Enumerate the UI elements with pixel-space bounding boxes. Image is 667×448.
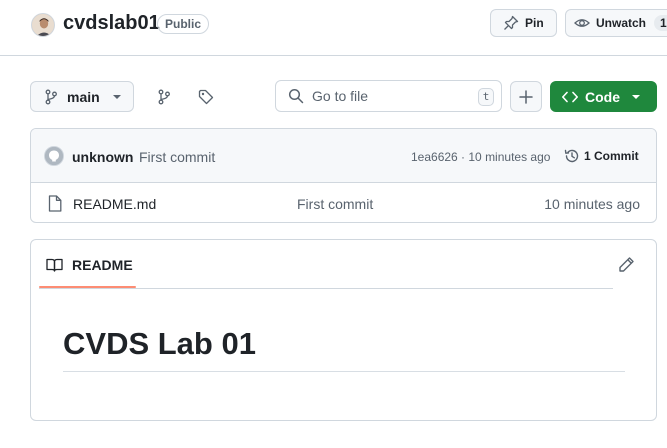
go-to-file-search[interactable]: t [275, 80, 502, 112]
branch-icon [45, 89, 57, 104]
repo-header: cvdslab01 Public Pin Unwatch 1 [0, 0, 667, 56]
branch-name: main [67, 88, 100, 105]
tags-button[interactable] [190, 81, 222, 112]
latest-commit-row: unknown First commit 1ea6626 · 10 minute… [31, 129, 656, 183]
file-commit-message[interactable]: First commit [297, 196, 373, 212]
commit-history-link[interactable]: 1 Commit [564, 148, 639, 164]
tab-divider [39, 288, 613, 289]
unwatch-label: Unwatch [596, 16, 647, 30]
eye-icon [574, 19, 590, 27]
git-branch-icon [158, 89, 170, 104]
branches-button[interactable] [148, 81, 180, 112]
file-icon [48, 195, 62, 212]
visibility-badge: Public [157, 14, 210, 34]
chevron-down-icon [632, 94, 640, 99]
repo-name[interactable]: cvdslab01 [63, 12, 160, 35]
commit-count-label: 1 Commit [584, 149, 639, 163]
commit-hash-time[interactable]: 1ea6626 · 10 minutes ago [411, 150, 550, 164]
search-icon [288, 88, 304, 104]
readme-panel: README CVDS Lab 01 [30, 239, 657, 421]
commit-author[interactable]: unknown [72, 149, 133, 165]
file-commit-time: 10 minutes ago [544, 196, 640, 212]
code-button[interactable]: Code [550, 81, 657, 112]
watch-count: 1 [654, 15, 667, 31]
pin-button[interactable]: Pin [490, 9, 557, 37]
pencil-icon [619, 257, 634, 272]
keyboard-shortcut-hint: t [478, 88, 494, 106]
add-file-button[interactable] [510, 81, 542, 112]
file-table: unknown First commit 1ea6626 · 10 minute… [30, 128, 657, 223]
commit-message[interactable]: First commit [139, 149, 215, 165]
book-icon [46, 258, 63, 272]
readme-tab-label: README [72, 257, 133, 273]
code-icon [562, 91, 578, 102]
readme-tab[interactable]: README [46, 257, 133, 273]
edit-readme-button[interactable] [618, 256, 636, 274]
file-name-link[interactable]: README.md [73, 196, 156, 212]
tag-icon [198, 89, 214, 104]
code-label: Code [585, 88, 620, 105]
history-icon [564, 149, 579, 163]
commit-author-avatar[interactable] [44, 146, 64, 166]
unwatch-button[interactable]: Unwatch 1 [565, 9, 667, 37]
owner-avatar[interactable] [31, 13, 55, 37]
readme-heading: CVDS Lab 01 [63, 326, 256, 361]
search-input[interactable] [312, 88, 462, 104]
pin-label: Pin [525, 16, 544, 30]
plus-icon [519, 89, 533, 104]
chevron-down-icon [112, 94, 121, 99]
branch-select-button[interactable]: main [30, 81, 134, 112]
pin-icon [504, 15, 519, 30]
file-row[interactable]: README.md First commit 10 minutes ago [31, 183, 656, 222]
heading-divider [63, 371, 625, 372]
